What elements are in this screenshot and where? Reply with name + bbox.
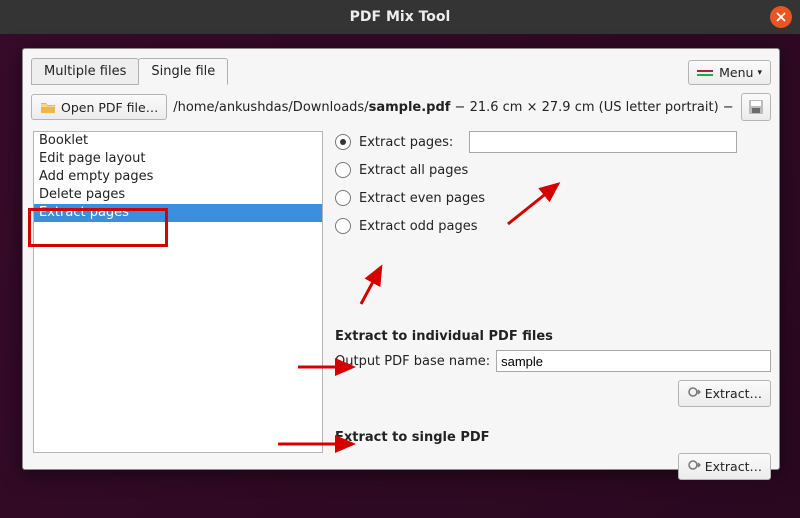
radio-row-extract-pages[interactable]: Extract pages: (335, 131, 771, 153)
radio-icon (335, 190, 351, 206)
radio-row-extract-all[interactable]: Extract all pages (335, 159, 771, 181)
open-pdf-label: Open PDF file… (61, 100, 158, 115)
file-bar: Open PDF file… /home/ankushdas/Downloads… (31, 93, 771, 121)
radio-row-extract-odd[interactable]: Extract odd pages (335, 215, 771, 237)
file-path-prefix: /home/ankushdas/Downloads/ (173, 100, 368, 115)
top-row: Multiple files Single file Menu ▾ (23, 49, 779, 85)
open-pdf-button[interactable]: Open PDF file… (31, 94, 167, 120)
gear-export-icon (687, 385, 701, 402)
window-title: PDF Mix Tool (350, 9, 451, 25)
output-basename-input[interactable] (496, 350, 771, 372)
radio-label-extract-pages: Extract pages: (359, 135, 453, 150)
radio-label-extract-all: Extract all pages (359, 163, 468, 178)
desktop: PDF Mix Tool Multiple files Single file … (0, 0, 800, 518)
file-name: sample.pdf (369, 100, 451, 115)
output-row: Output PDF base name: (335, 350, 771, 372)
radio-icon (335, 218, 351, 234)
op-edit-page-layout[interactable]: Edit page layout (34, 150, 322, 168)
menu-button-label: Menu (719, 65, 753, 80)
op-extract-pages[interactable]: Extract pages (34, 204, 322, 222)
save-icon (748, 99, 764, 115)
extract-individual-button[interactable]: Extract… (678, 380, 771, 407)
titlebar: PDF Mix Tool (0, 0, 800, 34)
operations-list[interactable]: Booklet Edit page layout Add empty pages… (33, 131, 323, 453)
menu-icon (697, 66, 715, 80)
app-window: Multiple files Single file Menu ▾ Open P… (22, 48, 780, 470)
folder-open-icon (40, 99, 56, 115)
file-info: /home/ankushdas/Downloads/sample.pdf − 2… (173, 100, 735, 115)
tab-multiple-files[interactable]: Multiple files (31, 58, 139, 85)
pages-input[interactable] (469, 131, 737, 153)
main-body: Booklet Edit page layout Add empty pages… (33, 131, 771, 471)
file-details: − 21.6 cm × 27.9 cm (US letter portrait)… (450, 100, 735, 115)
save-button[interactable] (741, 93, 771, 121)
extract-single-button[interactable]: Extract… (678, 453, 771, 480)
chevron-down-icon: ▾ (757, 68, 762, 78)
radio-label-extract-odd: Extract odd pages (359, 219, 478, 234)
extract-button-label: Extract… (705, 386, 762, 401)
gear-export-icon (687, 458, 701, 475)
extract-panel: Extract pages: Extract all pages Extract… (335, 131, 771, 471)
radio-row-extract-even[interactable]: Extract even pages (335, 187, 771, 209)
radio-icon (335, 134, 351, 150)
tab-bar: Multiple files Single file (31, 57, 227, 85)
tab-single-file[interactable]: Single file (138, 58, 228, 85)
extract-button-label: Extract… (705, 459, 762, 474)
op-booklet[interactable]: Booklet (34, 132, 322, 150)
op-delete-pages[interactable]: Delete pages (34, 186, 322, 204)
section-extract-single: Extract to single PDF (335, 430, 771, 445)
op-add-empty-pages[interactable]: Add empty pages (34, 168, 322, 186)
menu-button[interactable]: Menu ▾ (688, 60, 771, 85)
radio-label-extract-even: Extract even pages (359, 191, 485, 206)
close-icon[interactable] (770, 6, 792, 28)
section-extract-individual: Extract to individual PDF files (335, 329, 771, 344)
output-label: Output PDF base name: (335, 354, 490, 369)
radio-icon (335, 162, 351, 178)
